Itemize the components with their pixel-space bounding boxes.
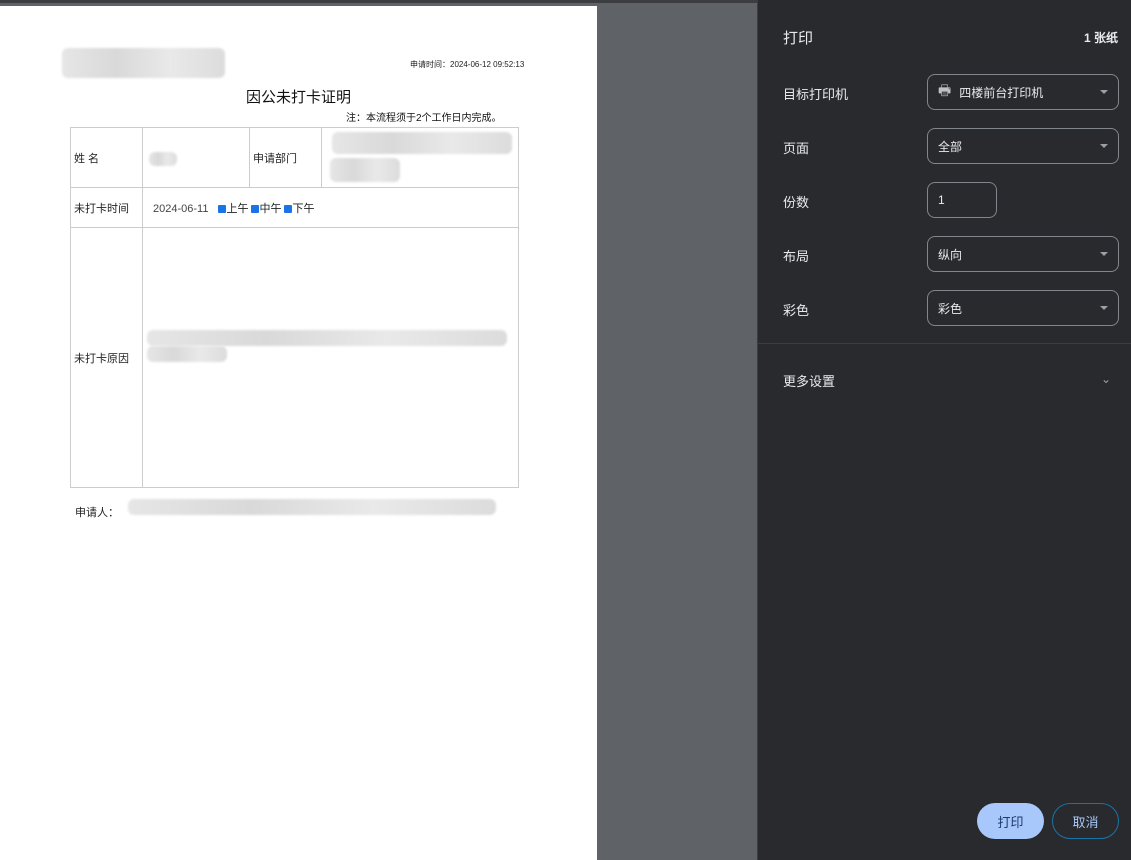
pages-label: 页面 [783,141,810,156]
panel-title: 打印 [783,30,814,47]
pages-select[interactable]: 全部 [927,128,1119,164]
document-note: 注：本流程须于2个工作日内完成。 [346,113,502,124]
period-noon: 中午 [259,202,282,215]
copies-label: 份数 [783,195,810,210]
print-preview-area: 申请时间：2024-06-12 09:52:13 因公未打卡证明 注：本流程须于… [0,0,757,860]
name-value [142,127,250,188]
redacted-logo [62,48,225,78]
checkbox-afternoon[interactable] [283,204,292,213]
sheet-count: 1 张纸 [1083,31,1118,45]
layout-select[interactable]: 纵向 [927,236,1119,272]
printer-select[interactable]: 🖶 四楼前台打印机 [927,74,1119,110]
redacted-applicant [128,499,496,515]
color-label: 彩色 [783,303,810,318]
document-title: 因公未打卡证明 [245,89,351,106]
reason-label: 未打卡原因 [70,227,143,488]
divider [758,343,1131,344]
more-settings-toggle[interactable]: 更多设置 [783,371,835,390]
copies-input[interactable]: 1 [927,182,997,218]
dept-label: 申请部门 [249,127,322,188]
chevron-down-icon[interactable]: ⌄ [1101,372,1111,386]
layout-label: 布局 [783,249,810,264]
date-value: 2024-06-11 [153,202,209,215]
checkbox-noon[interactable] [250,204,259,213]
period-morning: 上午 [226,202,249,215]
printer-label: 目标打印机 [783,87,849,102]
applicant-label: 申请人： [75,507,119,519]
dropdown-arrow-icon [1100,144,1108,148]
cancel-button[interactable]: 取消 [1052,803,1119,839]
print-settings-panel: 打印 1 张纸 目标打印机 🖶 四楼前台打印机 页面 全部 份数 1 布局 纵向 … [757,0,1131,860]
name-label: 姓 名 [70,127,143,188]
dropdown-arrow-icon [1100,90,1108,94]
color-select[interactable]: 彩色 [927,290,1119,326]
reason-value [142,227,519,488]
printer-icon: 🖶 [938,82,952,98]
time-label: 未打卡时间 [70,187,143,228]
dropdown-arrow-icon [1100,306,1108,310]
request-time: 申请时间：2024-06-12 09:52:13 [410,60,525,69]
document-page: 申请时间：2024-06-12 09:52:13 因公未打卡证明 注：本流程须于… [0,6,597,860]
period-afternoon: 下午 [292,202,315,215]
form-table: 姓 名 申请部门 未打卡时间 2024-06-11 上午 中午 下午 未打卡原因 [70,127,519,488]
dept-value [321,127,519,188]
checkbox-morning[interactable] [217,204,226,213]
print-button[interactable]: 打印 [977,803,1044,839]
dropdown-arrow-icon [1100,252,1108,256]
